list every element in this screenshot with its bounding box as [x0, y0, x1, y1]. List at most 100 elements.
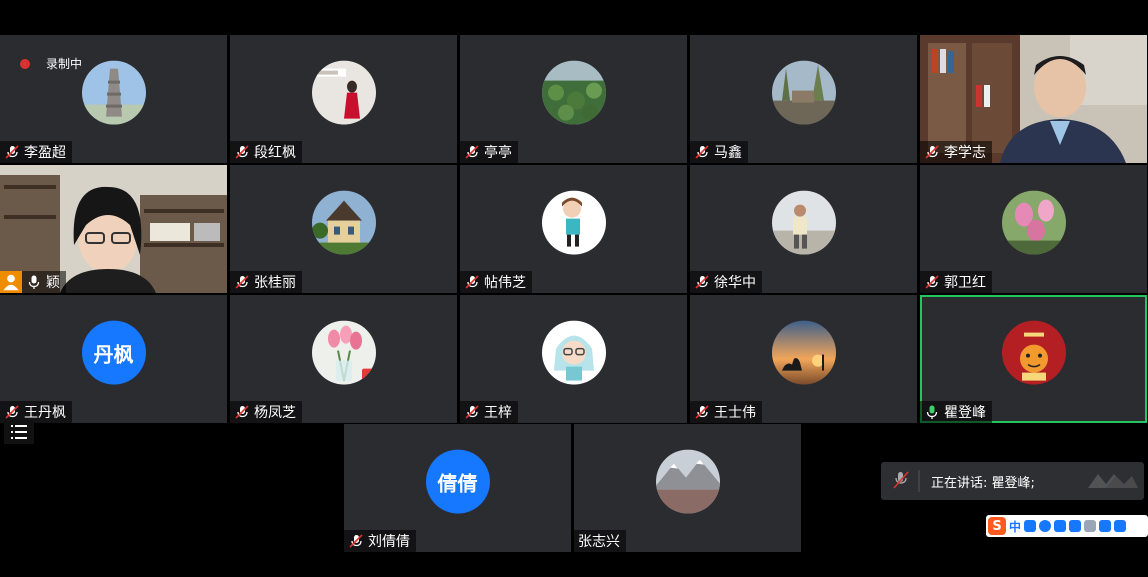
avatar [655, 449, 720, 514]
microphone-icon [926, 405, 938, 419]
participant-name: 李学志 [944, 145, 986, 161]
skin-icon[interactable] [1099, 520, 1112, 532]
participant-name-tag: 李盈超 [0, 141, 72, 163]
participant-name-tag: 徐华中 [690, 271, 762, 293]
participant-name: 王梓 [484, 405, 512, 421]
participant-tile-r3c3[interactable]: 王梓 [460, 295, 687, 423]
participant-name: 帖伟芝 [484, 275, 526, 291]
participant-tile-r2c1[interactable]: 颖 [0, 165, 227, 293]
participant-tile-r2c4[interactable]: 徐华中 [690, 165, 917, 293]
avatar [771, 320, 836, 385]
avatar [311, 60, 376, 125]
participant-name: 马鑫 [714, 145, 742, 161]
participant-name-tag: 王梓 [460, 401, 518, 423]
participant-tile-r1c4[interactable]: 马鑫 [690, 35, 917, 163]
participant-name: 张桂丽 [254, 275, 296, 291]
participant-tile-r3c4[interactable]: 王士伟 [690, 295, 917, 423]
list-icon [11, 425, 27, 439]
participant-name-tag: 张桂丽 [230, 271, 302, 293]
avatar [541, 190, 606, 255]
avatar [771, 190, 836, 255]
microphone-muted-icon [235, 405, 249, 419]
microphone-muted-icon [695, 275, 709, 289]
participant-name-tag: 张志兴 [574, 530, 626, 552]
microphone-muted-icon [465, 145, 479, 159]
participant-name-tag: 颖 [0, 271, 66, 293]
participant-name: 徐华中 [714, 275, 756, 291]
avatar [541, 320, 606, 385]
microphone-muted-icon [925, 145, 939, 159]
participant-name: 段红枫 [254, 145, 296, 161]
microphone-muted-icon [465, 405, 479, 419]
microphone-muted-icon [349, 534, 363, 548]
participant-name-tag: 瞿登峰 [920, 401, 992, 423]
participant-name: 亭亭 [484, 145, 512, 161]
microphone-muted-icon [5, 145, 19, 159]
logo-icon [1088, 474, 1138, 488]
participant-name: 李盈超 [24, 145, 66, 161]
user-icon[interactable] [1084, 520, 1097, 532]
participant-name: 王丹枫 [24, 405, 66, 421]
speaker-muted-icon [893, 470, 920, 492]
avatar [1001, 190, 1066, 255]
microphone-muted-icon [925, 275, 939, 289]
participant-name-tag: 杨凤芝 [230, 401, 302, 423]
participant-tile-r1c5[interactable]: 李学志 [920, 35, 1147, 163]
participant-tile-r2c5[interactable]: 郭卫红 [920, 165, 1147, 293]
participant-name: 张志兴 [578, 534, 620, 550]
punctuation-icon[interactable] [1024, 520, 1037, 532]
microphone-muted-icon [235, 275, 249, 289]
emoji-icon[interactable] [1039, 520, 1052, 532]
participant-name: 颖 [46, 275, 60, 291]
microphone-muted-icon [235, 145, 249, 159]
participant-name: 刘倩倩 [368, 534, 410, 550]
participant-tile-r2c2[interactable]: 张桂丽 [230, 165, 457, 293]
speaking-indicator: 正在讲话: 瞿登峰; [881, 462, 1144, 500]
sogou-logo-icon: S [988, 517, 1006, 535]
speaking-text: 正在讲话: 瞿登峰; [931, 475, 1035, 491]
ime-toolbar[interactable]: S 中 [986, 515, 1148, 537]
participant-name-tag: 段红枫 [230, 141, 302, 163]
participant-tile-r4c1[interactable]: 倩倩 刘倩倩 [344, 424, 571, 552]
participant-tile-r2c3[interactable]: 帖伟芝 [460, 165, 687, 293]
avatar-initials: 倩倩 [425, 449, 490, 514]
microphone-muted-icon [695, 405, 709, 419]
participant-name: 王士伟 [714, 405, 756, 421]
microphone-muted-icon [5, 405, 19, 419]
avatar-initials: 丹枫 [81, 320, 146, 385]
participant-tile-r1c2[interactable]: 段红枫 [230, 35, 457, 163]
avatar [81, 60, 146, 125]
keyboard-icon[interactable] [1069, 520, 1082, 532]
participant-name-tag: 亭亭 [460, 141, 518, 163]
avatar [311, 190, 376, 255]
ime-mode[interactable]: 中 [1009, 518, 1021, 535]
participant-name-tag: 帖伟芝 [460, 271, 532, 293]
person-icon [0, 271, 22, 293]
recording-indicator: 录制中 [20, 55, 82, 72]
microphone-icon [28, 275, 40, 289]
avatar [771, 60, 836, 125]
participant-tile-r3c5-active-speaker[interactable]: 瞿登峰 [920, 295, 1147, 423]
participant-name-tag: 王士伟 [690, 401, 762, 423]
participant-name-tag: 郭卫红 [920, 271, 992, 293]
participant-list-button[interactable] [4, 420, 34, 444]
avatar [311, 320, 376, 385]
record-icon [20, 58, 30, 69]
participant-name-tag: 马鑫 [690, 141, 748, 163]
avatar [1001, 320, 1066, 385]
microphone-muted-icon [695, 145, 709, 159]
participant-name: 杨凤芝 [254, 405, 296, 421]
participant-name: 郭卫红 [944, 275, 986, 291]
avatar [541, 60, 606, 125]
participant-name-tag: 刘倩倩 [344, 530, 416, 552]
participant-name: 瞿登峰 [944, 405, 986, 421]
participant-tile-r3c2[interactable]: 杨凤芝 [230, 295, 457, 423]
voice-icon[interactable] [1054, 520, 1067, 532]
microphone-muted-icon [465, 275, 479, 289]
toolbox-icon[interactable] [1114, 520, 1127, 532]
participant-tile-r4c2[interactable]: 张志兴 [574, 424, 801, 552]
recording-label: 录制中 [46, 57, 83, 71]
participant-tile-r3c1[interactable]: 丹枫 王丹枫 [0, 295, 227, 423]
participant-tile-r1c1[interactable]: 录制中 李盈超 [0, 35, 227, 163]
participant-tile-r1c3[interactable]: 亭亭 [460, 35, 687, 163]
